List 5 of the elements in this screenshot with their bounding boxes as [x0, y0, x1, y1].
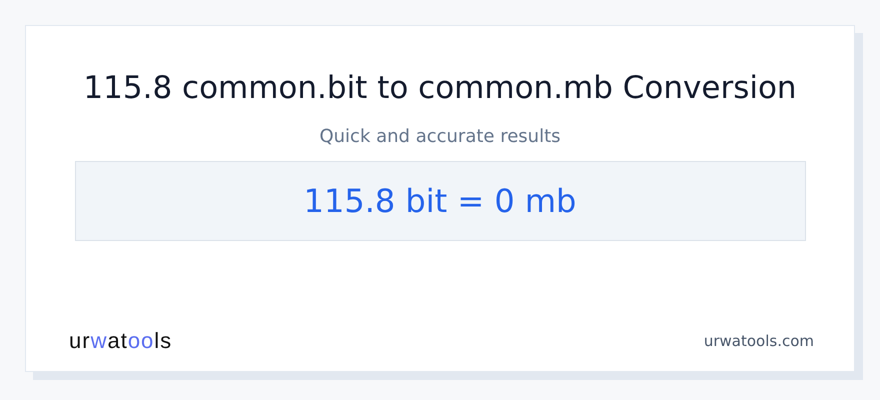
brand-logo[interactable]: urwatools [69, 328, 172, 354]
page-title: 115.8 common.bit to common.mb Conversion [83, 70, 797, 106]
site-link[interactable]: urwatools.com [704, 332, 814, 350]
result-panel: 115.8 bit = 0 mb [74, 161, 806, 241]
subtitle: Quick and accurate results [319, 126, 561, 147]
